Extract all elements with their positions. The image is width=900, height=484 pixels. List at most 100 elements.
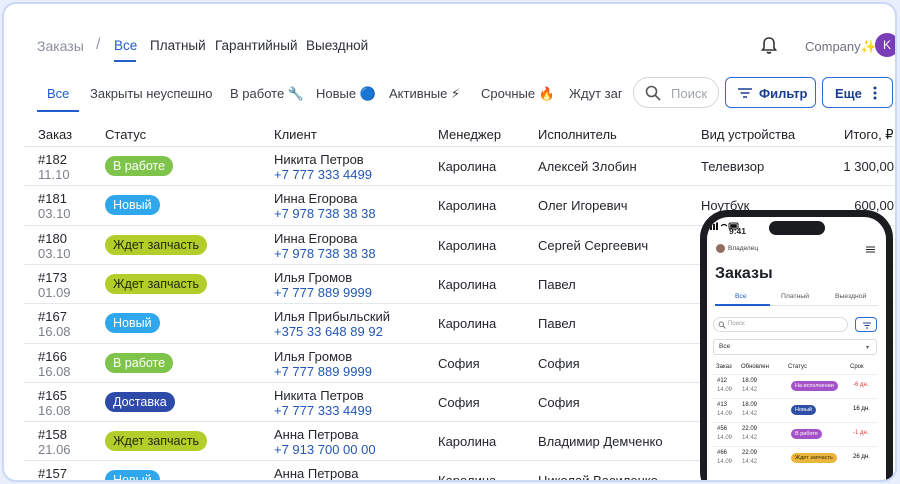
client-name[interactable]: Инна Егорова: [274, 231, 357, 246]
client-phone[interactable]: +7 777 889 9999: [274, 285, 372, 300]
phone-term: -1 дн.: [853, 430, 869, 436]
status-badge: В работе: [105, 352, 174, 373]
phone-filter-button[interactable]: [855, 317, 877, 332]
phone-order-number: #13: [717, 402, 728, 408]
phone-tab-paid[interactable]: Платный: [781, 293, 809, 300]
manager-name: София: [438, 355, 480, 371]
phone-list-item[interactable]: #56 14.09 22.09 14:42 В работе -1 дн.: [713, 422, 877, 445]
status-tab-new[interactable]: Новые 🔵: [316, 86, 376, 102]
hamburger-icon[interactable]: [866, 246, 875, 253]
status-tab-awaiting-parts[interactable]: Ждут зап: [569, 86, 622, 101]
order-number[interactable]: #181: [38, 191, 67, 206]
phone-list-item[interactable]: #13 14.09 18.09 14:42 Новый 16 дн.: [713, 398, 877, 421]
tab-onsite[interactable]: Выездной: [306, 38, 368, 53]
order-number[interactable]: #173: [38, 270, 67, 285]
client-phone[interactable]: +7 777 333 4499: [274, 403, 372, 418]
executor-name: Павел: [538, 276, 576, 292]
client-name[interactable]: Илья Прибыльский: [274, 309, 390, 324]
tab-all[interactable]: Все: [114, 38, 137, 53]
search-input[interactable]: Поиск: [633, 77, 719, 108]
status-tab-all[interactable]: Все: [47, 86, 69, 101]
avatar[interactable]: K: [875, 33, 895, 57]
order-number[interactable]: #182: [38, 152, 67, 167]
phone-col-status: Статус: [788, 364, 807, 370]
column-header-executor[interactable]: Исполнитель: [538, 127, 617, 142]
order-date: 16.08: [38, 363, 71, 379]
column-header-client[interactable]: Клиент: [274, 127, 317, 142]
executor-name: Алексей Злобин: [538, 159, 637, 174]
phone-order-number: #12: [717, 378, 728, 384]
client-name[interactable]: Анна Петрова: [274, 427, 358, 442]
client-name[interactable]: Никита Петров: [274, 152, 364, 167]
bell-icon[interactable]: [759, 36, 779, 56]
status-tab-indicator: [37, 110, 79, 112]
search-icon: [645, 85, 661, 101]
phone-updated-time: 14:42: [742, 411, 758, 417]
status-tab-in-progress[interactable]: В работе 🔧: [230, 86, 304, 102]
client-phone[interactable]: +7 978 738 38 38: [274, 206, 376, 221]
tab-paid[interactable]: Платный: [150, 38, 206, 53]
tab-warranty[interactable]: Гарантийный: [215, 38, 298, 53]
client-name[interactable]: Инна Егорова: [274, 191, 357, 206]
client-phone[interactable]: +7 777 333 4499: [274, 167, 372, 182]
owner-avatar: [716, 244, 725, 253]
status-badge: Новый: [105, 470, 160, 480]
client-name[interactable]: Илья Громов: [274, 349, 352, 364]
phone-page-title: Заказы: [715, 265, 773, 282]
phone-list-item[interactable]: #12 14.09 18.09 14:42 На исполнении -6 дн.: [713, 374, 877, 397]
phone-owner: Владелец: [728, 245, 759, 252]
order-number[interactable]: #165: [38, 388, 67, 403]
status-tab-urgent[interactable]: Срочные 🔥: [481, 86, 555, 102]
order-number[interactable]: #167: [38, 309, 67, 324]
column-header-status[interactable]: Статус: [105, 127, 146, 142]
phone-screen: 9:41 Владелец Заказы Все Платный Выездно…: [707, 217, 886, 480]
phone-updated-date: 22.09: [742, 426, 758, 432]
order-date: 03.10: [38, 245, 71, 261]
table-row[interactable]: #182 11.10 В работе Никита Петров +7 777 333…: [24, 146, 894, 185]
phone-updated-time: 14:42: [742, 435, 758, 441]
executor-name: Олег Игоревич: [538, 198, 628, 214]
order-number[interactable]: #157: [38, 466, 67, 480]
column-header-device[interactable]: Вид устройства: [701, 127, 795, 142]
phone-tab-all[interactable]: Все: [735, 293, 747, 300]
order-number[interactable]: #166: [38, 349, 67, 364]
client-name[interactable]: Анна Петрова: [274, 466, 358, 480]
manager-name: Каролина: [438, 276, 497, 292]
phone-term: 16 дн.: [853, 406, 870, 412]
order-date: 16.08: [38, 324, 71, 340]
order-number[interactable]: #158: [38, 427, 67, 442]
phone-search-input[interactable]: Поиск: [713, 317, 848, 332]
column-header-manager[interactable]: Менеджер: [438, 127, 501, 142]
filter-button[interactable]: Фильтр: [725, 77, 816, 108]
client-phone[interactable]: +7 913 700 00 00: [274, 481, 376, 482]
column-header-order[interactable]: Заказ: [38, 127, 72, 142]
manager-name: Каролина: [438, 434, 497, 450]
client-phone[interactable]: +7 978 738 38 38: [274, 246, 376, 261]
phone-col-order: Заказ: [716, 364, 732, 370]
status-badge: Ждет запчасть: [105, 273, 207, 294]
status-tab-closed-failed[interactable]: Закрыты неуспешно: [90, 86, 212, 101]
manager-name: Каролина: [438, 316, 497, 332]
column-header-total[interactable]: Итого, ₽: [844, 127, 894, 143]
client-phone[interactable]: +7 777 889 9999: [274, 364, 372, 379]
phone-list-item[interactable]: #66 14.09 22.09 14:42 Ждет запчасть 26 дн.: [713, 446, 877, 469]
order-total: 1 300,00: [843, 159, 894, 174]
breadcrumb-root[interactable]: Заказы: [37, 38, 84, 54]
client-phone[interactable]: +375 33 648 89 92: [274, 324, 383, 339]
phone-tab-onsite[interactable]: Выездной: [835, 293, 866, 300]
phone-search-icon: [718, 321, 726, 329]
executor-name: София: [538, 394, 580, 410]
more-button[interactable]: Еще: [822, 77, 893, 108]
client-name[interactable]: Никита Петров: [274, 388, 364, 403]
order-number[interactable]: #180: [38, 231, 67, 246]
app-window: Заказы / Все Платный Гарантийный Выездно…: [2, 2, 897, 482]
client-name[interactable]: Илья Громов: [274, 270, 352, 285]
phone-col-updated: Обновлен: [741, 364, 769, 370]
phone-status-select[interactable]: Все ▾: [713, 339, 877, 355]
company-name[interactable]: Company✨: [805, 39, 877, 55]
status-badge: Ждет запчасть: [105, 234, 207, 255]
status-tab-active[interactable]: Активные ⚡: [389, 86, 460, 102]
client-phone[interactable]: +7 913 700 00 00: [274, 442, 376, 457]
status-badge: Новый: [105, 195, 160, 216]
more-label: Еще: [835, 86, 862, 101]
